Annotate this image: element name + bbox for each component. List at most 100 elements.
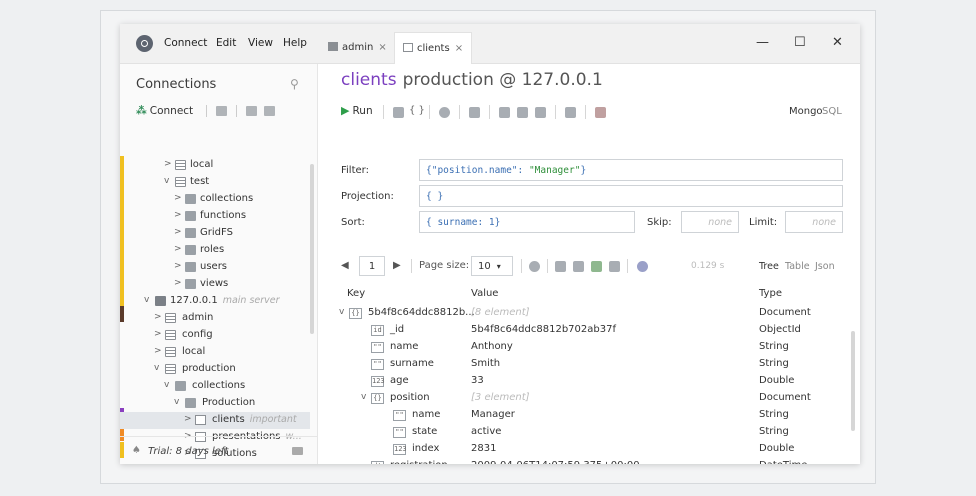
chevron-down-icon[interactable]: v [164,380,169,390]
lock-icon[interactable] [469,107,480,118]
chevron-right-icon[interactable]: > [174,244,182,254]
chevron-down-icon[interactable]: v [164,176,169,186]
copy-icon[interactable] [499,107,510,118]
refresh-icon[interactable] [529,261,540,272]
bell-icon[interactable]: ♠ [132,445,141,456]
terminal-icon[interactable] [216,106,227,116]
chevron-right-icon[interactable]: > [174,227,182,237]
close-window-button[interactable]: ✕ [832,35,843,50]
format-icon[interactable] [393,107,404,118]
table-row[interactable]: "" state active String [319,424,860,441]
next-page-icon[interactable]: ▶ [393,260,401,271]
history-icon[interactable] [439,107,450,118]
tree-item-production-folder[interactable]: v Production [120,395,310,412]
column-type[interactable]: Type [759,288,782,299]
tree-item-test[interactable]: v test [120,174,310,191]
mode-mongo-toggle[interactable]: Mongo [789,106,823,117]
sidebar-scrollbar[interactable] [310,164,314,334]
tab-admin[interactable]: admin × [320,32,395,64]
tree-item-gridfs[interactable]: > GridFS [120,225,310,242]
export-icon[interactable] [246,106,257,116]
add-results-icon[interactable] [591,261,602,272]
add-document-icon[interactable] [565,107,576,118]
chevron-down-icon[interactable]: v [361,392,366,402]
view-tree[interactable]: Tree [759,261,779,272]
mode-sql-toggle[interactable]: SQL [822,106,842,117]
chat-icon[interactable] [292,447,303,455]
clear-icon[interactable] [595,107,606,118]
tree-item-clients[interactable]: > clients important [120,412,310,429]
braces-icon[interactable]: { } [409,105,425,116]
chevron-right-icon[interactable]: > [174,261,182,271]
page-number-input[interactable]: 1 [359,256,385,276]
tree-item-config[interactable]: > config [120,327,310,344]
menu-edit[interactable]: Edit [216,37,236,49]
tree-item-views[interactable]: > views [120,276,310,293]
limit-input[interactable]: none [785,211,843,233]
tree-item-local-2[interactable]: > local [120,344,310,361]
chevron-right-icon[interactable]: > [174,210,182,220]
tree-item-collections[interactable]: > collections [120,191,310,208]
close-tab-icon[interactable]: × [378,42,386,53]
tree-item-users[interactable]: > users [120,259,310,276]
view-json[interactable]: Json [815,261,835,272]
menu-view[interactable]: View [248,37,273,49]
chevron-down-icon[interactable]: v [154,363,159,373]
grid-scrollbar[interactable] [851,331,855,431]
chevron-right-icon[interactable]: > [164,159,172,169]
table-row[interactable]: 123 index 2831 Double [319,441,860,458]
page-size-select[interactable]: 10 ▾ [471,256,513,276]
field-type-icon: "" [371,359,384,370]
import-icon[interactable] [264,106,275,116]
chevron-down-icon[interactable]: v [144,295,149,305]
search-results-icon[interactable] [637,261,648,272]
edit-results-icon[interactable] [573,261,584,272]
skip-input[interactable]: none [681,211,739,233]
table-row[interactable]: "" name Manager String [319,407,860,424]
close-tab-icon[interactable]: × [455,43,463,54]
table-row[interactable]: "" name Anthony String [319,339,860,356]
tree-item-server[interactable]: v 127.0.0.1 main server [120,293,310,310]
tree-item-local[interactable]: > local [120,157,310,174]
minimize-button[interactable]: — [756,35,769,50]
table-row[interactable]: id _id 5b4f8c64ddc8812b702ab37f ObjectId [319,322,860,339]
tree-item-collections-2[interactable]: v collections [120,378,310,395]
menu-help[interactable]: Help [283,37,307,49]
chevron-right-icon[interactable]: > [174,278,182,288]
chevron-down-icon[interactable]: v [339,307,344,317]
search-icon[interactable]: ⚲ [290,77,299,91]
tree-item-admin[interactable]: > admin [120,310,310,327]
remove-results-icon[interactable] [609,261,620,272]
app-window: Connect Edit View Help admin × clients × —… [120,24,860,464]
chevron-right-icon[interactable]: > [154,346,162,356]
sort-input[interactable]: { surname: 1} [419,211,635,233]
table-row[interactable]: v {} 5b4f8c64ddc8812b... [8 element] Documen… [319,305,860,322]
table-row[interactable]: "" surname Smith String [319,356,860,373]
connect-button[interactable]: ⁂ Connect [136,105,193,117]
column-value[interactable]: Value [471,288,498,299]
chevron-right-icon[interactable]: > [184,414,192,424]
chevron-right-icon[interactable]: > [154,329,162,339]
projection-input[interactable]: { } [419,185,843,207]
view-table[interactable]: Table [785,261,810,272]
tree-item-roles[interactable]: > roles [120,242,310,259]
table-row[interactable]: v {} position [3 element] Document [319,390,860,407]
table-row[interactable]: 123 age 33 Double [319,373,860,390]
run-button[interactable]: ▶ Run [341,104,373,117]
maximize-button[interactable]: ☐ [794,35,806,50]
menu-connect[interactable]: Connect [164,37,207,49]
chevron-right-icon[interactable]: > [174,193,182,203]
tab-clients[interactable]: clients × [394,32,473,64]
tree-item-production[interactable]: v production [120,361,310,378]
tree-item-functions[interactable]: > functions [120,208,310,225]
column-key[interactable]: Key [347,288,365,299]
export-results-icon[interactable] [555,261,566,272]
filter-icon[interactable] [535,107,546,118]
trial-status[interactable]: Trial: 8 days left [148,446,228,457]
previous-page-icon[interactable]: ◀ [341,260,349,271]
table-row[interactable]: dt registration 2009-04-06T14:07:59.375+00… [319,458,860,464]
chevron-down-icon[interactable]: v [174,397,179,407]
filter-input[interactable]: {"position.name": "Manager"} [419,159,843,181]
delete-icon[interactable] [517,107,528,118]
chevron-right-icon[interactable]: > [154,312,162,322]
